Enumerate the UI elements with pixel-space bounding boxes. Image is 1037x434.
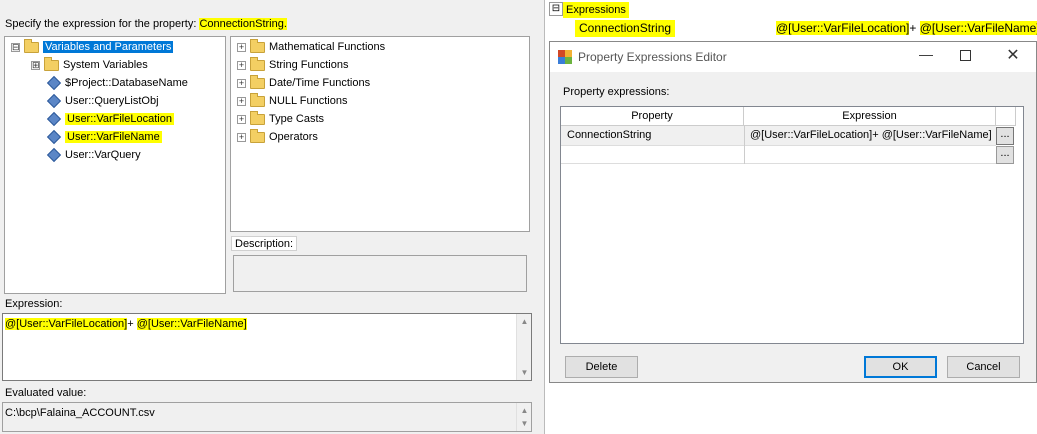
tree-node-project-databasename[interactable]: $Project::DatabaseName <box>46 75 188 91</box>
app-icon <box>558 50 572 64</box>
expressions-grid[interactable]: Property Expression ConnectionString @[U… <box>560 106 1024 344</box>
scroll-down-icon[interactable]: ▼ <box>517 365 532 380</box>
variable-icon <box>46 130 62 145</box>
tree-node-mathematical-functions[interactable]: + Mathematical Functions <box>237 38 385 55</box>
folder-icon <box>250 38 265 53</box>
expression-label: Expression: <box>5 298 63 310</box>
properties-grid: ⊟ Expressions ConnectionString @[User::V… <box>549 0 1037 41</box>
folder-icon <box>250 128 265 143</box>
table-row[interactable]: ConnectionString @[User::VarFileLocation… <box>561 126 996 146</box>
evaluated-value: C:\bcp\Falaina_ACCOUNT.csv <box>5 407 155 419</box>
evaluated-value-label: Evaluated value: <box>5 387 87 399</box>
ellipsis-button[interactable]: ... <box>996 146 1014 164</box>
delete-button[interactable]: Delete <box>565 356 638 378</box>
tree-node-querylistobj[interactable]: User::QueryListObj <box>46 93 159 109</box>
expand-icon[interactable]: + <box>237 114 246 124</box>
tree-node-datetime-functions[interactable]: + Date/Time Functions <box>237 74 370 91</box>
minimize-icon[interactable]: — <box>912 46 940 68</box>
tree-node-type-casts[interactable]: + Type Casts <box>237 110 324 127</box>
scroll-up-icon[interactable]: ▲ <box>517 314 532 329</box>
property-name: ConnectionString. <box>199 18 287 30</box>
cell-property[interactable]: ConnectionString <box>567 129 651 141</box>
tree-node-system-variables[interactable]: ⊞ System Variables <box>31 56 148 73</box>
expression-textbox[interactable]: @[User::VarFileLocation]+ @[User::VarFil… <box>2 313 532 381</box>
property-value[interactable]: @[User::VarFileLocation]+ @[User::VarFil… <box>776 20 1037 38</box>
folder-icon <box>250 92 265 107</box>
folder-open-icon <box>24 38 39 53</box>
column-header-expression[interactable]: Expression <box>744 107 996 126</box>
table-row[interactable] <box>561 146 996 164</box>
expression-text: @[User::VarFileLocation]+ @[User::VarFil… <box>5 318 247 330</box>
variable-icon <box>46 148 62 163</box>
cell-expression[interactable]: @[User::VarFileLocation]+ @[User::VarFil… <box>750 129 992 141</box>
folder-icon <box>250 110 265 125</box>
property-expressions-editor-dialog: Property Expressions Editor — ✕ Property… <box>549 41 1037 383</box>
tree-node-string-functions[interactable]: + String Functions <box>237 56 348 73</box>
functions-tree[interactable]: + Mathematical Functions + String Function… <box>230 36 530 232</box>
evaluated-value-box: C:\bcp\Falaina_ACCOUNT.csv ▲ ▼ <box>2 402 532 432</box>
close-icon[interactable]: ✕ <box>1002 45 1024 67</box>
folder-icon <box>250 56 265 71</box>
collapse-icon[interactable]: ⊟ <box>549 2 563 16</box>
expand-icon[interactable]: ⊞ <box>31 60 40 70</box>
scroll-down-icon[interactable]: ▼ <box>517 416 532 431</box>
variable-icon <box>46 112 62 127</box>
tree-node-operators[interactable]: + Operators <box>237 128 318 145</box>
tree-node-null-functions[interactable]: + NULL Functions <box>237 92 347 109</box>
property-expressions-label: Property expressions: <box>563 86 670 98</box>
folder-icon <box>44 56 59 71</box>
property-row-connectionstring[interactable]: ConnectionString <box>565 19 775 37</box>
cancel-button[interactable]: Cancel <box>947 356 1020 378</box>
tree-node-varfilelocation[interactable]: User::VarFileLocation <box>46 111 174 127</box>
variable-icon <box>46 94 62 109</box>
property-name-label: ConnectionString <box>575 20 676 37</box>
expand-icon[interactable]: + <box>237 132 246 142</box>
expand-icon[interactable]: + <box>237 60 246 70</box>
tree-node-varquery[interactable]: User::VarQuery <box>46 147 141 163</box>
dialog-titlebar: Property Expressions Editor — ✕ <box>550 42 1036 72</box>
ok-button[interactable]: OK <box>864 356 937 378</box>
column-header-property[interactable]: Property <box>561 107 744 126</box>
collapse-icon[interactable]: ⊟ <box>11 42 20 52</box>
expression-builder-panel: Specify the expression for the property:… <box>0 0 545 434</box>
variables-tree[interactable]: ⊟ Variables and Parameters ⊞ System Variab… <box>4 36 226 294</box>
expressions-category[interactable]: Expressions <box>563 2 629 18</box>
description-label: Description: <box>231 236 298 251</box>
tree-node-variables-parameters[interactable]: ⊟ Variables and Parameters <box>11 38 174 55</box>
description-box <box>233 255 527 292</box>
column-header-blank <box>996 107 1016 126</box>
folder-icon <box>250 74 265 89</box>
expand-icon[interactable]: + <box>237 42 246 52</box>
ellipsis-button[interactable]: ... <box>996 127 1014 145</box>
tree-node-varfilename[interactable]: User::VarFileName <box>46 129 162 145</box>
specify-label: Specify the expression for the property:… <box>5 18 287 30</box>
expand-icon[interactable]: + <box>237 96 246 106</box>
variable-icon <box>46 76 62 91</box>
expression-scrollbar[interactable]: ▲ ▼ <box>516 314 531 380</box>
maximize-icon[interactable] <box>960 50 971 61</box>
dialog-title: Property Expressions Editor <box>578 50 727 64</box>
evaluated-scrollbar[interactable]: ▲ ▼ <box>516 403 531 431</box>
expand-icon[interactable]: + <box>237 78 246 88</box>
